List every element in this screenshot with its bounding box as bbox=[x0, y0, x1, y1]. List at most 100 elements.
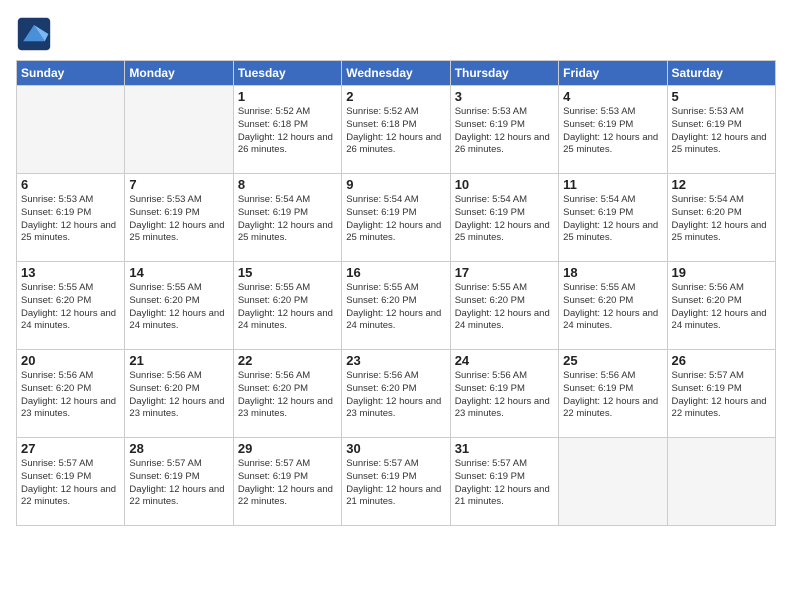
day-info: Sunrise: 5:53 AM Sunset: 6:19 PM Dayligh… bbox=[455, 106, 554, 157]
day-of-week-header: Thursday bbox=[450, 61, 558, 86]
day-of-week-header: Wednesday bbox=[342, 61, 450, 86]
calendar-week-row: 20Sunrise: 5:56 AM Sunset: 6:20 PM Dayli… bbox=[17, 350, 776, 438]
calendar-day-cell: 31 Sunrise: 5:57 AM Sunset: 6:19 PM Dayli… bbox=[450, 438, 558, 526]
calendar-day-cell: 1 Sunrise: 5:52 AM Sunset: 6:18 PM Daylig… bbox=[233, 86, 341, 174]
calendar-day-cell: 22 Sunrise: 5:56 AM Sunset: 6:20 PM Dayli… bbox=[233, 350, 341, 438]
day-info: Sunrise: 5:54 AM Sunset: 6:20 PM Dayligh… bbox=[672, 194, 771, 245]
calendar-day-cell: 11 Sunrise: 5:54 AM Sunset: 6:19 PM Dayli… bbox=[559, 174, 667, 262]
day-number: 29 bbox=[238, 441, 337, 456]
calendar-day-cell: 3 Sunrise: 5:53 AM Sunset: 6:19 PM Daylig… bbox=[450, 86, 558, 174]
day-number: 14 bbox=[129, 265, 228, 280]
calendar-day-cell: 5 Sunrise: 5:53 AM Sunset: 6:19 PM Daylig… bbox=[667, 86, 775, 174]
day-info: Sunrise: 5:55 AM Sunset: 6:20 PM Dayligh… bbox=[455, 282, 554, 333]
calendar-day-cell: 14Sunrise: 5:55 AM Sunset: 6:20 PM Dayli… bbox=[125, 262, 233, 350]
day-of-week-header: Saturday bbox=[667, 61, 775, 86]
day-number: 22 bbox=[238, 353, 337, 368]
day-number: 1 bbox=[238, 89, 337, 104]
day-info: Sunrise: 5:57 AM Sunset: 6:19 PM Dayligh… bbox=[21, 458, 120, 509]
day-info: Sunrise: 5:53 AM Sunset: 6:19 PM Dayligh… bbox=[21, 194, 120, 245]
day-number: 24 bbox=[455, 353, 554, 368]
day-info: Sunrise: 5:52 AM Sunset: 6:18 PM Dayligh… bbox=[346, 106, 445, 157]
calendar-day-cell: 13 Sunrise: 5:55 AM Sunset: 6:20 PM Dayli… bbox=[17, 262, 125, 350]
day-info: Sunrise: 5:55 AM Sunset: 6:20 PM Dayligh… bbox=[563, 282, 662, 333]
calendar-week-row: 1 Sunrise: 5:52 AM Sunset: 6:18 PM Daylig… bbox=[17, 86, 776, 174]
calendar-day-cell: 23Sunrise: 5:56 AM Sunset: 6:20 PM Dayli… bbox=[342, 350, 450, 438]
day-info: Sunrise: 5:57 AM Sunset: 6:19 PM Dayligh… bbox=[455, 458, 554, 509]
day-number: 12 bbox=[672, 177, 771, 192]
calendar-day-cell: 18 Sunrise: 5:55 AM Sunset: 6:20 PM Dayli… bbox=[559, 262, 667, 350]
day-info: Sunrise: 5:56 AM Sunset: 6:19 PM Dayligh… bbox=[563, 370, 662, 421]
day-info: Sunrise: 5:52 AM Sunset: 6:18 PM Dayligh… bbox=[238, 106, 337, 157]
day-number: 28 bbox=[129, 441, 228, 456]
day-info: Sunrise: 5:55 AM Sunset: 6:20 PM Dayligh… bbox=[346, 282, 445, 333]
day-info: Sunrise: 5:53 AM Sunset: 6:19 PM Dayligh… bbox=[672, 106, 771, 157]
calendar-day-cell: 10 Sunrise: 5:54 AM Sunset: 6:19 PM Dayli… bbox=[450, 174, 558, 262]
day-number: 7 bbox=[129, 177, 228, 192]
day-number: 15 bbox=[238, 265, 337, 280]
day-number: 25 bbox=[563, 353, 662, 368]
calendar-day-cell bbox=[667, 438, 775, 526]
day-number: 2 bbox=[346, 89, 445, 104]
calendar-day-cell: 27 Sunrise: 5:57 AM Sunset: 6:19 PM Dayli… bbox=[17, 438, 125, 526]
calendar-day-cell: 30Sunrise: 5:57 AM Sunset: 6:19 PM Dayli… bbox=[342, 438, 450, 526]
page-header bbox=[16, 16, 776, 52]
day-info: Sunrise: 5:54 AM Sunset: 6:19 PM Dayligh… bbox=[563, 194, 662, 245]
calendar-week-row: 6 Sunrise: 5:53 AM Sunset: 6:19 PM Daylig… bbox=[17, 174, 776, 262]
calendar-day-cell: 20Sunrise: 5:56 AM Sunset: 6:20 PM Dayli… bbox=[17, 350, 125, 438]
day-number: 10 bbox=[455, 177, 554, 192]
calendar-day-cell: 17 Sunrise: 5:55 AM Sunset: 6:20 PM Dayli… bbox=[450, 262, 558, 350]
calendar-day-cell: 28 Sunrise: 5:57 AM Sunset: 6:19 PM Dayli… bbox=[125, 438, 233, 526]
calendar-day-cell: 26 Sunrise: 5:57 AM Sunset: 6:19 PM Dayli… bbox=[667, 350, 775, 438]
day-info: Sunrise: 5:56 AM Sunset: 6:20 PM Dayligh… bbox=[21, 370, 120, 421]
calendar-day-cell: 9 Sunrise: 5:54 AM Sunset: 6:19 PM Daylig… bbox=[342, 174, 450, 262]
day-info: Sunrise: 5:57 AM Sunset: 6:19 PM Dayligh… bbox=[346, 458, 445, 509]
calendar-day-cell bbox=[559, 438, 667, 526]
day-info: Sunrise: 5:55 AM Sunset: 6:20 PM Dayligh… bbox=[21, 282, 120, 333]
calendar-day-cell: 4 Sunrise: 5:53 AM Sunset: 6:19 PM Daylig… bbox=[559, 86, 667, 174]
day-number: 17 bbox=[455, 265, 554, 280]
day-number: 4 bbox=[563, 89, 662, 104]
calendar-day-cell: 16 Sunrise: 5:55 AM Sunset: 6:20 PM Dayli… bbox=[342, 262, 450, 350]
calendar-day-cell bbox=[17, 86, 125, 174]
calendar-day-cell: 2 Sunrise: 5:52 AM Sunset: 6:18 PM Daylig… bbox=[342, 86, 450, 174]
day-info: Sunrise: 5:56 AM Sunset: 6:19 PM Dayligh… bbox=[455, 370, 554, 421]
day-info: Sunrise: 5:56 AM Sunset: 6:20 PM Dayligh… bbox=[129, 370, 228, 421]
day-number: 3 bbox=[455, 89, 554, 104]
day-info: Sunrise: 5:57 AM Sunset: 6:19 PM Dayligh… bbox=[672, 370, 771, 421]
logo-icon bbox=[16, 16, 52, 52]
day-number: 26 bbox=[672, 353, 771, 368]
calendar-day-cell: 15Sunrise: 5:55 AM Sunset: 6:20 PM Dayli… bbox=[233, 262, 341, 350]
calendar-week-row: 27 Sunrise: 5:57 AM Sunset: 6:19 PM Dayli… bbox=[17, 438, 776, 526]
day-info: Sunrise: 5:54 AM Sunset: 6:19 PM Dayligh… bbox=[346, 194, 445, 245]
calendar-day-cell: 29Sunrise: 5:57 AM Sunset: 6:19 PM Dayli… bbox=[233, 438, 341, 526]
day-number: 16 bbox=[346, 265, 445, 280]
day-info: Sunrise: 5:57 AM Sunset: 6:19 PM Dayligh… bbox=[129, 458, 228, 509]
day-of-week-header: Friday bbox=[559, 61, 667, 86]
day-number: 21 bbox=[129, 353, 228, 368]
day-number: 11 bbox=[563, 177, 662, 192]
day-info: Sunrise: 5:53 AM Sunset: 6:19 PM Dayligh… bbox=[129, 194, 228, 245]
day-number: 18 bbox=[563, 265, 662, 280]
day-info: Sunrise: 5:53 AM Sunset: 6:19 PM Dayligh… bbox=[563, 106, 662, 157]
day-number: 31 bbox=[455, 441, 554, 456]
day-of-week-header: Sunday bbox=[17, 61, 125, 86]
day-info: Sunrise: 5:56 AM Sunset: 6:20 PM Dayligh… bbox=[238, 370, 337, 421]
calendar-table: SundayMondayTuesdayWednesdayThursdayFrid… bbox=[16, 60, 776, 526]
day-info: Sunrise: 5:54 AM Sunset: 6:19 PM Dayligh… bbox=[238, 194, 337, 245]
day-number: 6 bbox=[21, 177, 120, 192]
day-number: 8 bbox=[238, 177, 337, 192]
day-info: Sunrise: 5:56 AM Sunset: 6:20 PM Dayligh… bbox=[672, 282, 771, 333]
calendar-day-cell: 12 Sunrise: 5:54 AM Sunset: 6:20 PM Dayli… bbox=[667, 174, 775, 262]
day-of-week-header: Monday bbox=[125, 61, 233, 86]
day-info: Sunrise: 5:54 AM Sunset: 6:19 PM Dayligh… bbox=[455, 194, 554, 245]
day-of-week-header: Tuesday bbox=[233, 61, 341, 86]
day-number: 13 bbox=[21, 265, 120, 280]
day-number: 27 bbox=[21, 441, 120, 456]
calendar-day-cell: 21 Sunrise: 5:56 AM Sunset: 6:20 PM Dayli… bbox=[125, 350, 233, 438]
day-number: 19 bbox=[672, 265, 771, 280]
day-number: 5 bbox=[672, 89, 771, 104]
day-number: 9 bbox=[346, 177, 445, 192]
calendar-day-cell: 8 Sunrise: 5:54 AM Sunset: 6:19 PM Daylig… bbox=[233, 174, 341, 262]
calendar-week-row: 13 Sunrise: 5:55 AM Sunset: 6:20 PM Dayli… bbox=[17, 262, 776, 350]
calendar-day-cell: 19 Sunrise: 5:56 AM Sunset: 6:20 PM Dayli… bbox=[667, 262, 775, 350]
